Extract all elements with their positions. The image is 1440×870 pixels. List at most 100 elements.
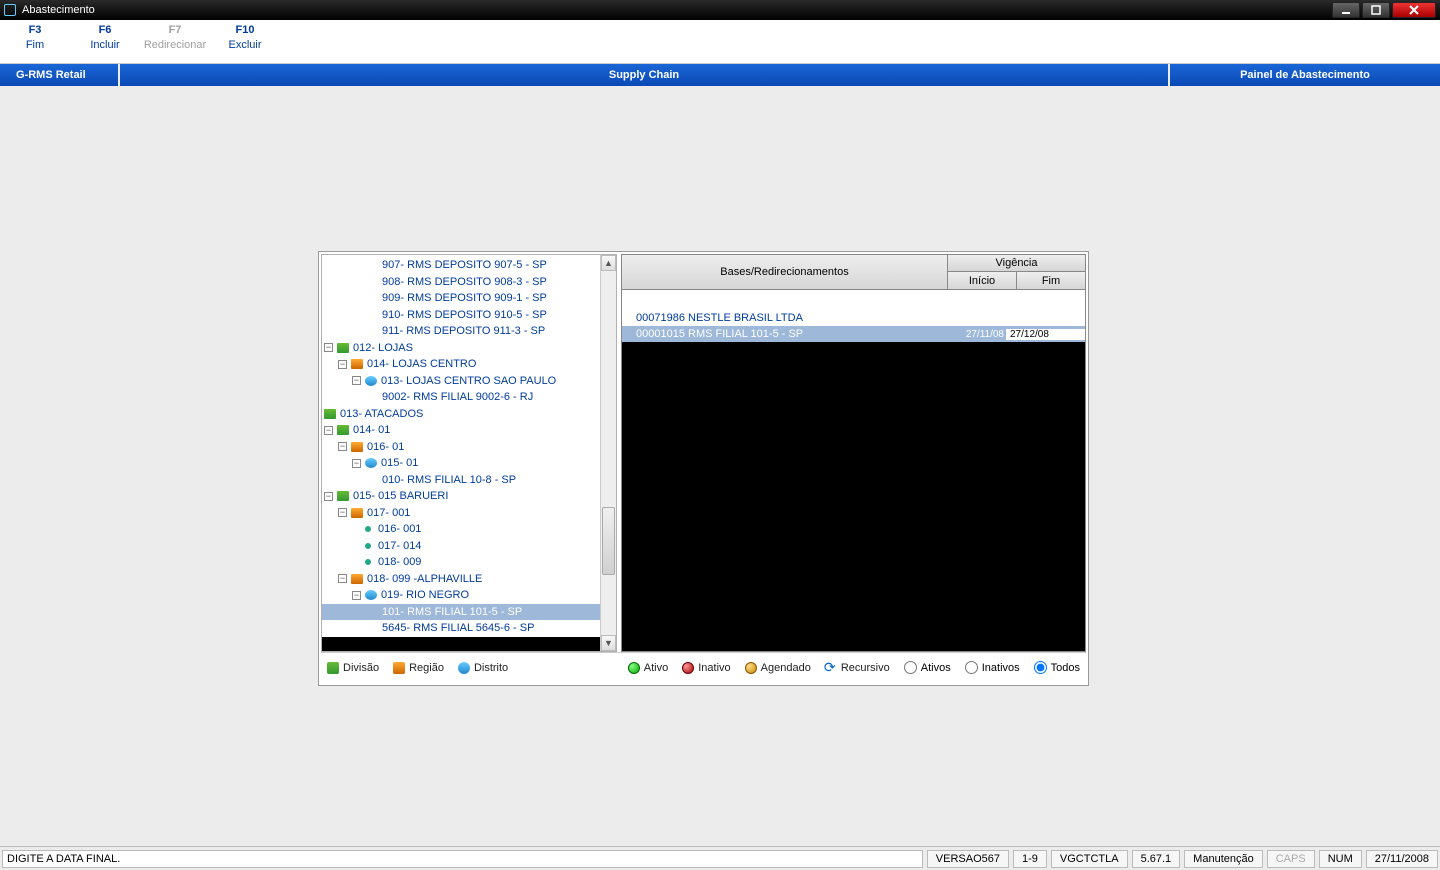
division-icon <box>327 662 339 674</box>
legend-distrito: Distrito <box>458 662 508 674</box>
legend-agendado: Agendado <box>745 662 811 674</box>
div-icon <box>337 343 349 353</box>
tree-item-label: 017- 001 <box>367 507 410 519</box>
tree-footer-bar <box>322 637 600 651</box>
fkey-f3[interactable]: F3Fim <box>0 20 70 63</box>
inactive-icon <box>682 662 694 674</box>
minimize-button[interactable] <box>1332 2 1360 18</box>
tree-item[interactable]: − 013- LOJAS CENTRO SAO PAULO <box>322 373 600 390</box>
expand-icon[interactable]: − <box>338 574 347 583</box>
header-right: Painel de Abastecimento <box>1170 64 1440 86</box>
expand-icon[interactable]: − <box>324 426 333 435</box>
district-icon <box>458 662 470 674</box>
tree-item-label: 101- RMS FILIAL 101-5 - SP <box>382 606 522 618</box>
region-icon <box>393 662 405 674</box>
row-fim-input[interactable]: 27/12/08 <box>1006 329 1085 340</box>
tree-item[interactable]: − 015- 01 <box>322 455 600 472</box>
main-panel: 907- RMS DEPOSITO 907-5 - SP 908- RMS DEP… <box>318 251 1089 686</box>
tree-item[interactable]: 911- RMS DEPOSITO 911-3 - SP <box>322 323 600 340</box>
row-name: 00001015 RMS FILIAL 101-5 - SP <box>636 328 948 340</box>
tree-scrollbar[interactable]: ▲ ▼ <box>600 255 616 651</box>
tree-item[interactable]: 909- RMS DEPOSITO 909-1 - SP <box>322 290 600 307</box>
dot-icon <box>362 557 374 567</box>
window-titlebar: Abastecimento <box>0 0 1440 20</box>
recursive-icon <box>825 662 837 674</box>
legend-regiao: Região <box>393 662 444 674</box>
header-left: G-RMS Retail <box>0 64 120 86</box>
header-bar: G-RMS Retail Supply Chain Painel de Abas… <box>0 64 1440 86</box>
scroll-up-icon[interactable]: ▲ <box>601 255 616 271</box>
fkey-f6[interactable]: F6Incluir <box>70 20 140 63</box>
col-vigencia: Vigência <box>948 255 1085 272</box>
dis-icon <box>365 376 377 386</box>
dis-icon <box>365 590 377 600</box>
legend-ativo: Ativo <box>628 662 668 674</box>
tree-item[interactable]: −018- 099 -ALPHAVILLE <box>322 571 600 588</box>
detail-panel: Bases/Redirecionamentos Vigência Início … <box>621 254 1086 652</box>
grid-body: 00071986 NESTLE BRASIL LTDA00001015 RMS … <box>621 290 1086 652</box>
tree-item[interactable]: −014- LOJAS CENTRO <box>322 356 600 373</box>
expand-icon[interactable]: − <box>324 492 333 501</box>
tree-item-label: 5645- RMS FILIAL 5645-6 - SP <box>382 622 534 634</box>
grid-row[interactable]: 00001015 RMS FILIAL 101-5 - SP27/11/0827… <box>622 326 1085 342</box>
tree-item-label: 013- LOJAS CENTRO SAO PAULO <box>381 375 556 387</box>
tree-item-label: 908- RMS DEPOSITO 908-3 - SP <box>382 276 547 288</box>
tree-item[interactable]: −014- 01 <box>322 422 600 439</box>
expand-icon[interactable]: − <box>352 591 361 600</box>
scroll-thumb[interactable] <box>602 507 615 575</box>
fkey-f10[interactable]: F10Excluir <box>210 20 280 63</box>
radio-inativos[interactable]: Inativos <box>965 661 1020 674</box>
tree-item[interactable]: 5645- RMS FILIAL 5645-6 - SP <box>322 620 600 637</box>
expand-icon[interactable]: − <box>338 442 347 451</box>
tree-item[interactable]: 018- 009 <box>322 554 600 571</box>
radio-todos[interactable]: Todos <box>1034 661 1080 674</box>
tree-item-label: 9002- RMS FILIAL 9002-6 - RJ <box>382 391 533 403</box>
tree-item[interactable]: − 015- 015 BARUERI <box>322 488 600 505</box>
tree-item-label: 909- RMS DEPOSITO 909-1 - SP <box>382 292 547 304</box>
expand-icon[interactable]: − <box>324 343 333 352</box>
reg-icon <box>351 442 363 452</box>
tree-item[interactable]: 9002- RMS FILIAL 9002-6 - RJ <box>322 389 600 406</box>
tree-item[interactable]: 016- 001 <box>322 521 600 538</box>
reg-icon <box>351 508 363 518</box>
window-title: Abastecimento <box>22 4 95 16</box>
tree-item[interactable]: 013- ATACADOS <box>322 406 600 423</box>
tree-item[interactable]: 010- RMS FILIAL 10-8 - SP <box>322 472 600 489</box>
maximize-button[interactable] <box>1362 2 1390 18</box>
tree-item-label: 016- 001 <box>378 523 421 535</box>
header-center: Supply Chain <box>120 64 1170 86</box>
tree-item[interactable]: 908- RMS DEPOSITO 908-3 - SP <box>322 274 600 291</box>
radio-ativos[interactable]: Ativos <box>904 661 951 674</box>
dot-icon <box>362 524 374 534</box>
grid-row[interactable]: 00071986 NESTLE BRASIL LTDA <box>622 310 1085 326</box>
tree-item-label: 910- RMS DEPOSITO 910-5 - SP <box>382 309 547 321</box>
expand-icon[interactable]: − <box>338 360 347 369</box>
tree-item-label: 015- 015 BARUERI <box>353 490 448 502</box>
tree-item[interactable]: −016- 01 <box>322 439 600 456</box>
tree-item-label: 017- 014 <box>378 540 421 552</box>
tree-item-label: 018- 009 <box>378 556 421 568</box>
tree-item[interactable]: 101- RMS FILIAL 101-5 - SP <box>322 604 600 621</box>
status-caps: CAPS <box>1267 850 1315 868</box>
expand-icon[interactable]: − <box>352 459 361 468</box>
close-button[interactable] <box>1392 2 1436 18</box>
tree-item[interactable]: 017- 014 <box>322 538 600 555</box>
scroll-down-icon[interactable]: ▼ <box>601 635 616 651</box>
div-icon <box>337 491 349 501</box>
status-date: 27/11/2008 <box>1366 850 1438 868</box>
tree-panel: 907- RMS DEPOSITO 907-5 - SP 908- RMS DEP… <box>321 254 617 652</box>
tree-item[interactable]: − 017- 001 <box>322 505 600 522</box>
col-fim: Fim <box>1017 272 1085 289</box>
tree-item[interactable]: 910- RMS DEPOSITO 910-5 - SP <box>322 307 600 324</box>
tree-item-label: 015- 01 <box>381 457 418 469</box>
status-bar: DIGITE A DATA FINAL. VERSAO5671-9VGCTCTL… <box>0 846 1440 870</box>
dot-icon <box>362 541 374 551</box>
tree-item[interactable]: −012- LOJAS <box>322 340 600 357</box>
tree-item[interactable]: 907- RMS DEPOSITO 907-5 - SP <box>322 257 600 274</box>
fkey-f7: F7Redirecionar <box>140 20 210 63</box>
expand-icon[interactable]: − <box>352 376 361 385</box>
tree-item[interactable]: −019- RIO NEGRO <box>322 587 600 604</box>
status-cell: 1-9 <box>1013 850 1047 868</box>
legend-recursivo: Recursivo <box>825 662 890 674</box>
expand-icon[interactable]: − <box>338 508 347 517</box>
